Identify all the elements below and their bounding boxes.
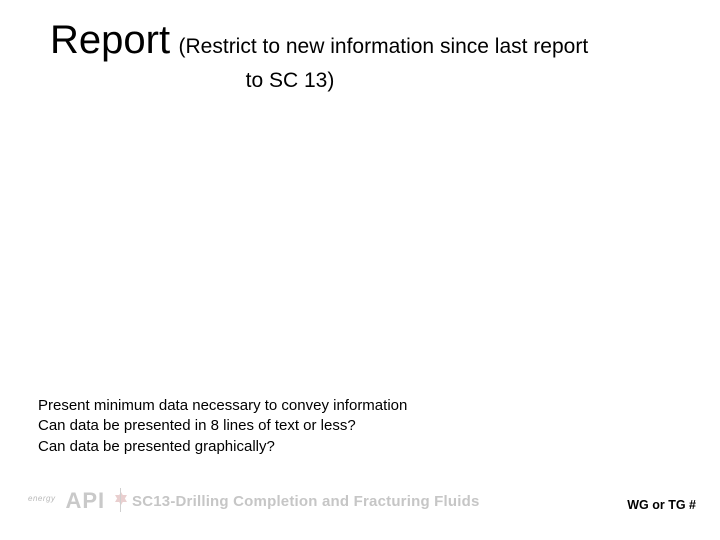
title-subtitle-line2: to SC 13) <box>50 69 670 93</box>
title-main: Report <box>50 18 170 62</box>
energy-tag: energy <box>28 494 55 503</box>
footer-right-label: WG or TG # <box>627 498 696 512</box>
body-line-1: Present minimum data necessary to convey… <box>38 396 678 416</box>
footer-logo: energy API <box>28 488 127 514</box>
footer-divider <box>120 488 121 512</box>
body-line-3: Can data be presented graphically? <box>38 437 678 457</box>
star-icon <box>115 492 127 502</box>
slide: Report (Restrict to new information sinc… <box>0 0 720 540</box>
title-block: Report (Restrict to new information sinc… <box>50 18 670 93</box>
footer: energy API SC13-Drilling Completion and … <box>0 478 720 514</box>
title-subtitle-line1: (Restrict to new information since last … <box>179 35 589 58</box>
body-line-2: Can data be presented in 8 lines of text… <box>38 416 678 436</box>
api-logo-text: API <box>65 488 105 514</box>
body-text: Present minimum data necessary to convey… <box>38 396 678 457</box>
footer-subtitle: SC13-Drilling Completion and Fracturing … <box>132 493 480 510</box>
api-logo: API <box>65 488 127 514</box>
